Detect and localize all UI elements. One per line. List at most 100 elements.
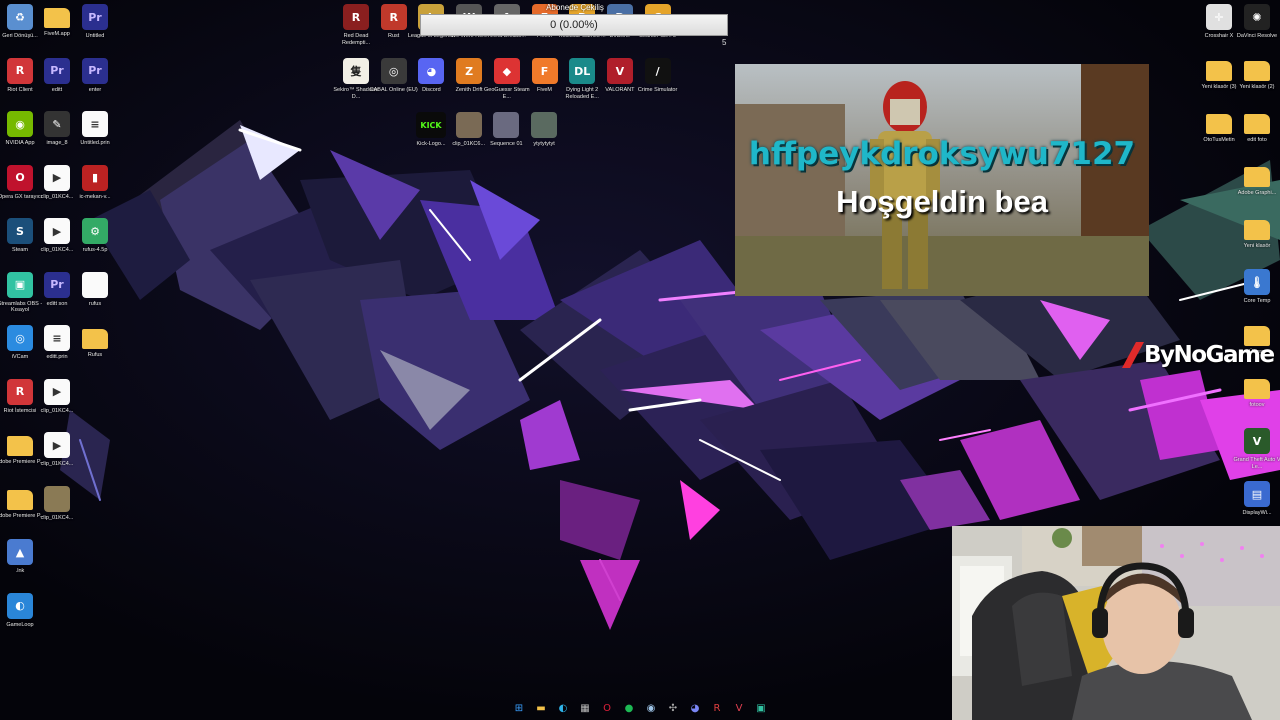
desktop-icon-top-row3-2[interactable]: Sequence 01: [486, 112, 526, 164]
folder-icon: [1206, 114, 1232, 134]
desktop-icon-top-row2-3[interactable]: Z Zenith Drift: [449, 58, 489, 110]
premiere-project-icon: Pr: [44, 271, 70, 298]
desktop-icon-right-col1-1[interactable]: Yeni klasör (3): [1199, 57, 1239, 109]
desktop-icon-col1-8[interactable]: Adobe Premiere P...: [0, 432, 44, 484]
desktop-icon-col2-8[interactable]: ▶ clip_01KC4...: [37, 432, 77, 484]
folder-icon: [1244, 61, 1270, 81]
taskbar-riot-icon[interactable]: R: [709, 700, 725, 716]
desktop-icon-col2-4[interactable]: ▶ clip_01KC4...: [37, 218, 77, 270]
giveaway-progress-bar: 0 (0.00%): [420, 14, 728, 36]
desktop-icon-top-row1-1[interactable]: R Rust: [374, 4, 414, 56]
desktop-icon-col1-1[interactable]: R Riot Client: [0, 57, 40, 110]
gameloop-icon: ◐: [7, 592, 33, 619]
document-icon: ≡: [82, 111, 108, 137]
desktop-icon-col3-1[interactable]: Pr enter: [75, 57, 115, 110]
desktop-icon-col3-6[interactable]: Rufus: [75, 325, 115, 377]
desktop-icon-col1-10[interactable]: ▲ .lnk: [0, 539, 40, 591]
taskbar-spotify-icon[interactable]: ●: [621, 700, 637, 716]
taskbar-network-icon[interactable]: ✣: [665, 700, 681, 716]
desktop-icon-col3-3[interactable]: ▮ ic-mekan-v...: [75, 164, 115, 217]
desktop-icon-col1-11[interactable]: ◐ GameLoop: [0, 592, 40, 645]
rust-icon: R: [380, 4, 407, 30]
premiere-project-icon: Pr: [44, 57, 70, 84]
desktop-icon-top-row1-0[interactable]: R Red Dead Redempti...: [336, 4, 376, 56]
desktop-icon-right-col2-8[interactable]: V Grand Theft Auto V Le...: [1234, 428, 1280, 480]
streamlabs-icon: ▣: [7, 271, 33, 298]
desktop-icon-label: Untitled.prin: [80, 140, 110, 146]
image-icon: ✎: [44, 111, 70, 137]
taskbar-edge-icon[interactable]: ◐: [555, 700, 571, 716]
desktop-icon-label: DisplayWi...: [1242, 510, 1272, 516]
desktop-icon-top-row2-7[interactable]: V VALORANT: [600, 58, 640, 110]
desktop-icon-right-col2-3[interactable]: Adobe Graphi...: [1237, 163, 1277, 215]
desktop-icon-col3-2[interactable]: ≡ Untitled.prin: [75, 111, 115, 163]
desktop-icon-col2-7[interactable]: ▶ clip_01KC4...: [37, 378, 77, 431]
desktop-icon-col1-7[interactable]: R Riot İstemcisi: [0, 378, 40, 431]
taskbar-steam-icon[interactable]: ◉: [643, 700, 659, 716]
taskbar-valorant-icon[interactable]: V: [731, 700, 747, 716]
desktop-icon-col1-3[interactable]: O Opera GX tarayıcı: [0, 164, 42, 217]
desktop-icon-col2-2[interactable]: ✎ image_8: [37, 111, 77, 163]
desktop-icon-right-col2-1[interactable]: Yeni klasör (2): [1237, 57, 1277, 109]
desktop-icon-top-row3-1[interactable]: clip_01KC6...: [449, 112, 489, 164]
game-icon: /: [644, 58, 671, 84]
bynogame-logo: ByNoGame: [1122, 338, 1280, 372]
desktop-icon-label: GameLoop: [6, 621, 34, 628]
desktop-icon-top-row2-8[interactable]: / Crime Simulator: [638, 58, 678, 110]
desktop-icon-top-row2-2[interactable]: ◕ Discord: [411, 58, 451, 110]
taskbar: ⊞ ▬ ◐ ▦ O ● ◉ ✣ ◕ R V ▣: [0, 696, 1280, 720]
desktop-icon-right-col1-2[interactable]: OtoTusMetin: [1199, 110, 1239, 162]
desktop-icon-right-col1-0[interactable]: ✛ Crosshair X: [1199, 4, 1239, 56]
desktop-icon-col1-6[interactable]: ◎ iVCam: [0, 325, 40, 377]
desktop-icon-col1-2[interactable]: ◉ NVIDIA App: [0, 111, 40, 163]
game-icon: Z: [456, 58, 483, 84]
nvidia-icon: ◉: [7, 111, 33, 137]
desktop-icon-top-row2-1[interactable]: ◎ CABAL Online (EU): [370, 58, 418, 110]
desktop-icon-label: Rufus: [87, 352, 103, 358]
desktop-icon-col3-4[interactable]: ⚙ rufus-4.5p: [75, 218, 115, 270]
taskbar-streamlabs-icon[interactable]: ▣: [753, 700, 769, 716]
desktop-icon-label: Adobe Graphi...: [1237, 190, 1277, 196]
desktop-icon-top-row2-5[interactable]: F FiveM: [525, 58, 565, 110]
desktop-icon-top-row3-3[interactable]: ytytytytyt: [524, 112, 564, 164]
desktop-icon-right-col2-4[interactable]: Yeni klasör: [1237, 216, 1277, 268]
taskbar-file-explorer-icon[interactable]: ▬: [533, 700, 549, 716]
desktop-icon-col1-0[interactable]: ♻ Geri Dönüşü...: [0, 4, 40, 56]
bynogame-logo-mark: [1122, 342, 1144, 368]
steam-icon: S: [7, 218, 33, 244]
taskbar-store-icon[interactable]: ▦: [577, 700, 593, 716]
desktop-icon-col2-9[interactable]: clip_01KC4...: [37, 485, 77, 538]
desktop-icon-top-row2-4[interactable]: ◆ GeoGuessr Steam E...: [484, 58, 530, 110]
desktop-icon-col3-5[interactable]: rufus: [75, 271, 115, 324]
desktop-icon-col3-0[interactable]: Pr Untitled: [75, 4, 115, 56]
desktop-icon-right-col2-7[interactable]: fotoov: [1237, 375, 1277, 427]
recycle-bin-icon: ♻: [7, 4, 33, 30]
desktop-icon-col1-5[interactable]: ▣ Streamlabs OBS - Kısayol: [0, 271, 42, 324]
desktop-icon-right-col2-2[interactable]: edit foto: [1237, 110, 1277, 162]
opera-icon: O: [7, 164, 33, 191]
desktop-icon-top-row3-0[interactable]: KICK Kick-Logo...: [411, 112, 451, 164]
desktop-icon-col2-6[interactable]: ≡ editt.prin: [37, 325, 77, 377]
desktop-icon-top-row2-6[interactable]: DL Dying Light 2 Reloaded E...: [562, 58, 602, 110]
ivcam-icon: ◎: [7, 325, 33, 351]
desktop-icon-top-row2-0[interactable]: 隻 Sekiro™ Shadows D...: [333, 58, 379, 110]
rdr-icon: R: [343, 4, 369, 30]
folder-icon: [44, 8, 70, 28]
desktop-icon-col2-5[interactable]: Pr editt son: [37, 271, 77, 324]
desktop-icon-col2-0[interactable]: FiveM.app: [37, 4, 77, 56]
desktop-icon-label: clip_01KC4...: [40, 514, 74, 521]
desktop-icon-col2-3[interactable]: ▶ clip_01KC4...: [37, 164, 77, 217]
desktop-icon-right-col2-0[interactable]: ✺ DaVinci Resolve: [1237, 4, 1277, 56]
desktop-icon-col1-4[interactable]: S Steam: [0, 218, 40, 270]
taskbar-discord-icon[interactable]: ◕: [687, 700, 703, 716]
folder-icon: [1244, 379, 1270, 399]
thumbnail-icon: [493, 112, 520, 138]
desktop-icon-col1-9[interactable]: Adobe Premiere P...: [0, 486, 44, 538]
desktop-icon-right-col2-5[interactable]: 🌡 Core Temp: [1237, 269, 1277, 321]
taskbar-opera-gx-icon[interactable]: O: [599, 700, 615, 716]
video-icon: ▶: [44, 432, 70, 458]
desktop-icon-label: Crime Simulator: [637, 87, 678, 93]
taskbar-start-icon[interactable]: ⊞: [511, 700, 527, 716]
desktop-icon-col2-1[interactable]: Pr editt: [37, 57, 77, 110]
desktop-icon-label: ic-mekan-v...: [79, 193, 111, 200]
